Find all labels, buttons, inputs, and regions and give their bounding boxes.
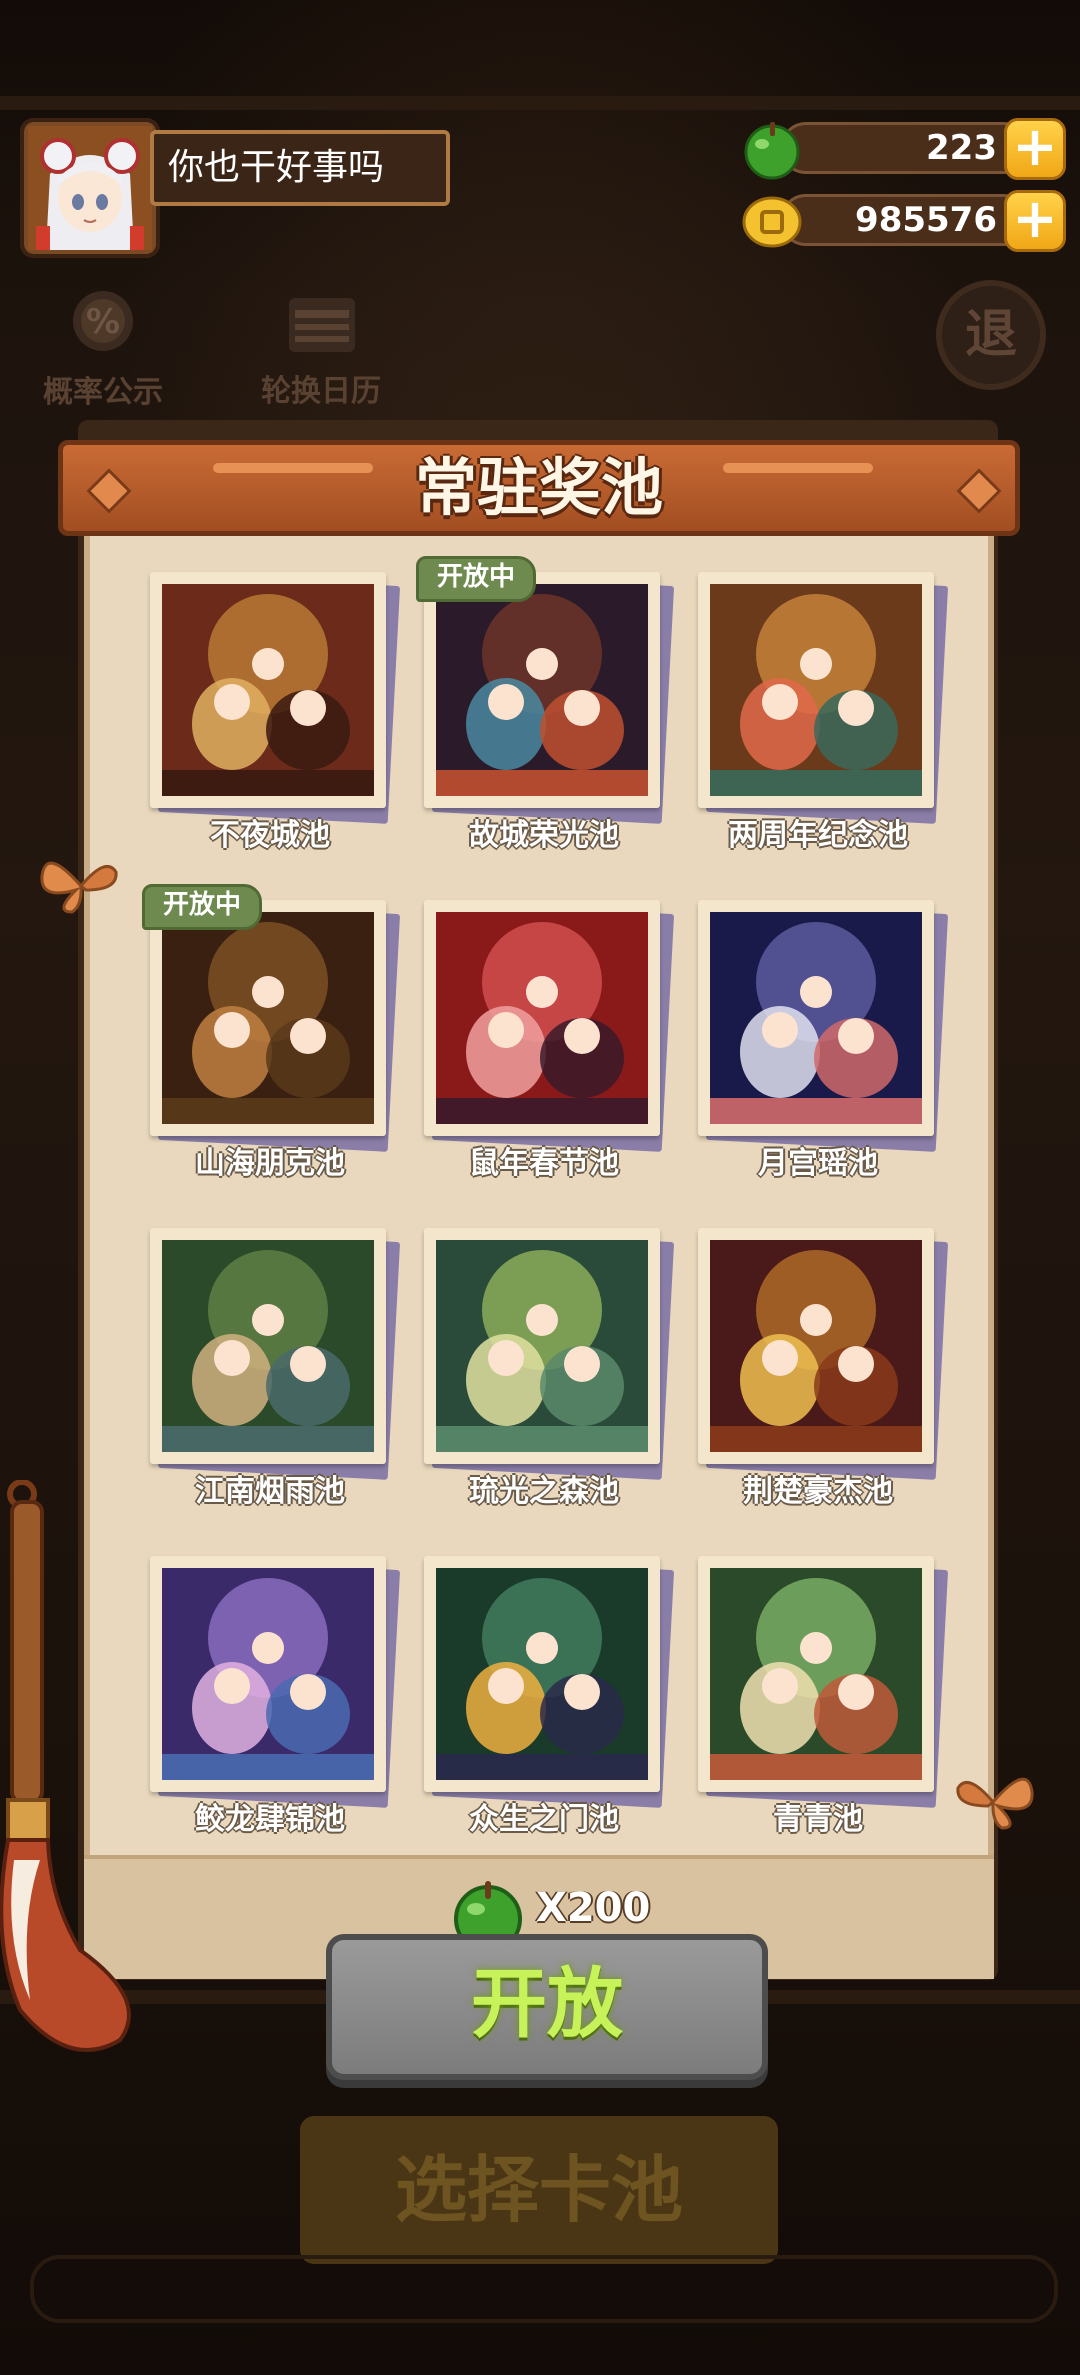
probability-label: 概率公示 <box>43 375 163 410</box>
pool-artwork <box>710 912 922 1124</box>
pool-artwork <box>436 584 648 796</box>
pool-name: 琉光之森池 <box>469 1474 619 1509</box>
card-frame <box>424 1228 660 1464</box>
paintbrush-icon <box>0 1480 131 2052</box>
card-frame <box>150 1556 386 1792</box>
open-button[interactable]: 开放 <box>326 1934 768 2080</box>
pool-name: 山海朋克池 <box>195 1146 345 1181</box>
pool-name: 青青池 <box>773 1802 863 1837</box>
card-frame <box>150 1228 386 1464</box>
add-apple-button[interactable]: + <box>1004 118 1066 180</box>
butterfly-icon <box>956 1777 1034 1830</box>
coin-amount: 985576 <box>780 194 1030 246</box>
pool-name: 两周年纪念池 <box>728 818 908 853</box>
svg-text:%: % <box>86 302 120 342</box>
pool-card[interactable]: 两周年纪念池 <box>698 572 949 853</box>
player-avatar[interactable] <box>20 118 160 258</box>
avatar-portrait <box>28 126 152 250</box>
background-shelf <box>0 96 1080 110</box>
pool-artwork <box>436 1240 648 1452</box>
pool-card[interactable]: 鼠年春节池 <box>424 900 675 1181</box>
percent-gear-icon: % <box>73 291 133 351</box>
pool-card[interactable]: 鲛龙肆锦池 <box>150 1556 401 1837</box>
apple-currency: 223 + <box>740 116 1070 180</box>
pool-name: 故城荣光池 <box>469 818 619 853</box>
rotation-calendar-button[interactable]: 轮换日历 <box>246 290 396 410</box>
open-status-tag: 开放中 <box>416 556 537 602</box>
pool-card[interactable]: 荆楚豪杰池 <box>698 1228 949 1509</box>
pool-card[interactable]: 山海朋克池 开放中 <box>142 884 401 1181</box>
card-frame <box>424 900 660 1136</box>
card-frame <box>424 572 660 808</box>
background-strip <box>30 2255 1058 2323</box>
pool-name: 荆楚豪杰池 <box>743 1474 893 1509</box>
pool-card[interactable]: 不夜城池 <box>150 572 401 853</box>
calendar-icon <box>289 298 355 352</box>
card-frame <box>150 900 386 1136</box>
pool-card[interactable]: 琉光之森池 <box>424 1228 675 1509</box>
pool-artwork <box>710 1240 922 1452</box>
select-pool-button[interactable]: 选择卡池 <box>300 2116 778 2264</box>
pool-name: 众生之门池 <box>469 1802 619 1837</box>
rotation-label: 轮换日历 <box>261 374 381 409</box>
gold-coin-icon <box>742 196 802 248</box>
dialog-title-banner: 常驻奖池 <box>58 440 1020 536</box>
apple-amount: 223 <box>780 122 1030 174</box>
dialog-title: 常驻奖池 <box>414 451 663 524</box>
card-frame <box>698 1228 934 1464</box>
pool-artwork <box>162 912 374 1124</box>
pool-card[interactable]: 故城荣光池 开放中 <box>416 556 675 853</box>
pool-artwork <box>436 1568 648 1780</box>
probability-button[interactable]: % 概率公示 <box>28 285 178 411</box>
pool-card[interactable]: 月宫瑶池 <box>698 900 949 1181</box>
open-cost-amount: X200 <box>536 1885 651 1931</box>
butterfly-icon <box>40 861 118 914</box>
card-frame <box>698 900 934 1136</box>
pool-artwork <box>710 584 922 796</box>
card-frame <box>698 572 934 808</box>
pool-name: 鲛龙肆锦池 <box>195 1802 345 1837</box>
pool-name: 不夜城池 <box>210 818 330 853</box>
add-coin-button[interactable]: + <box>1004 190 1066 252</box>
pool-name: 江南烟雨池 <box>195 1474 345 1509</box>
pool-artwork <box>162 1240 374 1452</box>
card-frame <box>698 1556 934 1792</box>
open-status-tag: 开放中 <box>142 884 263 930</box>
card-frame <box>424 1556 660 1792</box>
player-name: 你也干好事吗 <box>150 130 450 206</box>
exit-button[interactable]: 退 <box>936 280 1046 390</box>
pool-artwork <box>162 584 374 796</box>
pool-card[interactable]: 青青池 <box>698 1556 949 1837</box>
pool-card[interactable]: 众生之门池 <box>424 1556 675 1837</box>
pool-card[interactable]: 江南烟雨池 <box>150 1228 401 1509</box>
coin-currency: 985576 + <box>740 188 1070 252</box>
pool-artwork <box>710 1568 922 1780</box>
pool-artwork <box>162 1568 374 1780</box>
pool-name: 鼠年春节池 <box>469 1146 619 1181</box>
pool-artwork <box>436 912 648 1124</box>
card-frame <box>150 572 386 808</box>
pool-name: 月宫瑶池 <box>758 1146 878 1181</box>
green-apple-icon <box>744 122 800 180</box>
